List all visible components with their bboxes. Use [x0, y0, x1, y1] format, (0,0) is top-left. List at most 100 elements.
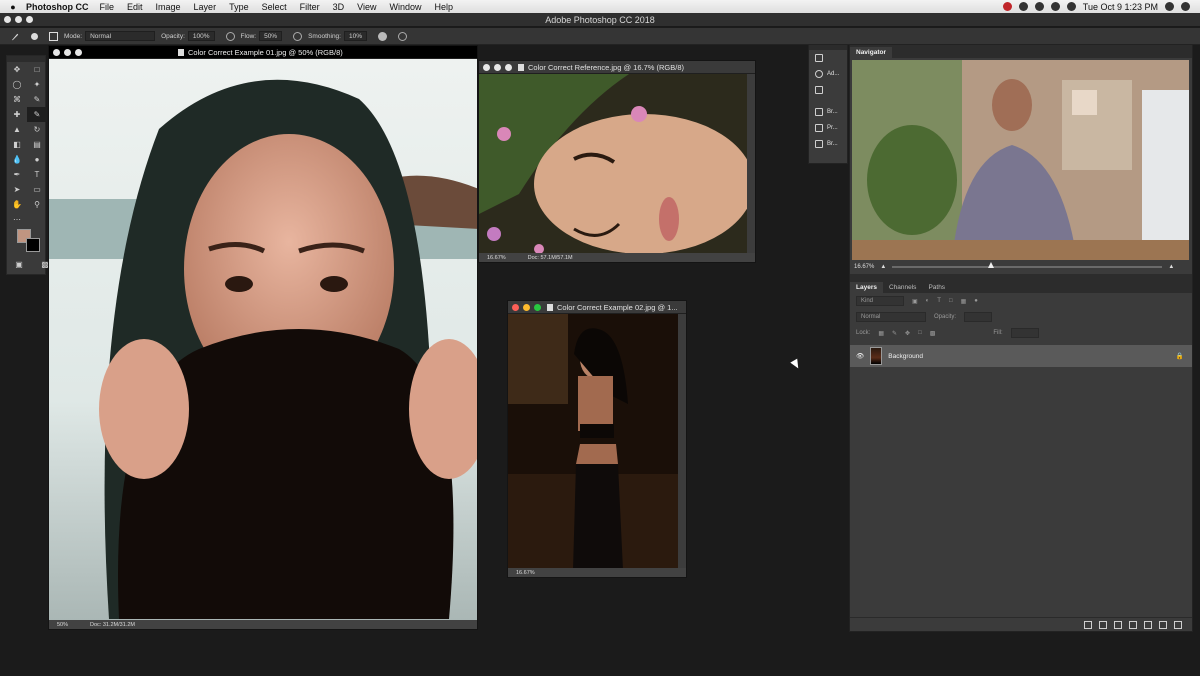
photo-canvas[interactable]: [508, 314, 678, 568]
opacity-field[interactable]: 100%: [187, 31, 215, 41]
close-button[interactable]: [483, 63, 490, 71]
flow-field[interactable]: 50%: [259, 31, 283, 41]
pressure-opacity-icon[interactable]: [225, 31, 235, 41]
apple-icon[interactable]: ●: [0, 2, 26, 12]
eraser-icon[interactable]: ◧: [7, 137, 27, 152]
filter-shape-icon[interactable]: □: [949, 298, 953, 304]
minimize-button[interactable]: [15, 16, 22, 23]
presets-panel-button[interactable]: Pr...: [809, 120, 847, 136]
kind-filter-select[interactable]: Kind: [856, 296, 904, 306]
fx-icon[interactable]: [1099, 620, 1107, 629]
clock[interactable]: Tue Oct 9 1:23 PM: [1083, 2, 1158, 12]
crop-tool-icon[interactable]: ⌘: [7, 92, 27, 107]
menu-select[interactable]: Select: [262, 2, 287, 12]
menu-3d[interactable]: 3D: [333, 2, 345, 12]
hand-tool-icon[interactable]: ✋: [7, 197, 27, 212]
eye-icon[interactable]: 👁: [856, 352, 864, 360]
mode-select[interactable]: Normal: [85, 31, 156, 41]
lock-artboard-icon[interactable]: □: [918, 330, 922, 336]
dodge-tool-icon[interactable]: ●: [27, 152, 47, 167]
navigator-zoom-level[interactable]: 16.67%: [854, 264, 874, 270]
close-button[interactable]: [512, 303, 519, 311]
zoom-level[interactable]: 16.67%: [516, 570, 535, 576]
shape-tool-icon[interactable]: ▭: [27, 182, 47, 197]
zoom-level[interactable]: 50%: [57, 622, 68, 628]
fill-field[interactable]: [1010, 328, 1039, 338]
smoothing-field[interactable]: 10%: [343, 31, 367, 41]
zoom-button[interactable]: [534, 303, 541, 311]
airbrush-icon[interactable]: [293, 31, 303, 41]
new-adjustment-icon[interactable]: [1129, 620, 1137, 629]
adjustments-panel-button[interactable]: Ad...: [809, 66, 847, 82]
layer-thumbnail[interactable]: [870, 347, 883, 365]
status-icon[interactable]: [1018, 2, 1028, 11]
zoom-slider[interactable]: [892, 262, 1163, 268]
filter-pixel-icon[interactable]: ▣: [912, 298, 918, 305]
filter-toggle-icon[interactable]: ●: [974, 298, 978, 304]
magic-wand-icon[interactable]: ✦: [27, 77, 47, 92]
menu-edit[interactable]: Edit: [127, 2, 143, 12]
minimize-button[interactable]: [64, 48, 71, 56]
quick-mask-icon[interactable]: ▣: [9, 257, 29, 272]
gradient-icon[interactable]: ▤: [27, 137, 47, 152]
brush-settings-icon[interactable]: [49, 31, 58, 41]
menu-layer[interactable]: Layer: [194, 2, 217, 12]
menu-list-icon[interactable]: [1181, 2, 1190, 11]
zoom-slider-knob[interactable]: [988, 262, 995, 268]
brush-tool-icon[interactable]: ✎: [27, 107, 47, 122]
clone-stamp-icon[interactable]: ▲: [7, 122, 27, 137]
tab-navigator[interactable]: Navigator: [850, 47, 892, 58]
type-tool-icon[interactable]: T: [27, 167, 47, 182]
filter-adjustment-icon[interactable]: ◐: [926, 298, 930, 304]
tab-channels[interactable]: Channels: [883, 282, 922, 293]
layer-row[interactable]: 👁 Background 🔒: [850, 345, 1192, 367]
tab-paths[interactable]: Paths: [922, 282, 951, 293]
app-menu[interactable]: Photoshop CC: [26, 2, 89, 12]
document-title-bar[interactable]: Color Correct Reference.jpg @ 16.7% (RGB…: [479, 61, 755, 74]
doc-size[interactable]: Doc: 57.1M/57.1M: [528, 255, 573, 261]
menu-filter[interactable]: Filter: [300, 2, 320, 12]
gear-icon[interactable]: [378, 31, 387, 41]
layer-name[interactable]: Background: [888, 353, 923, 360]
background-color-swatch[interactable]: [26, 238, 40, 252]
battery-icon[interactable]: [1066, 2, 1076, 11]
pen-tool-icon[interactable]: ✒: [7, 167, 27, 182]
minimize-button[interactable]: [523, 303, 530, 311]
document-title-bar[interactable]: Color Correct Example 01.jpg @ 50% (RGB/…: [49, 46, 477, 59]
add-mask-icon[interactable]: [1114, 620, 1122, 629]
photo-canvas[interactable]: [479, 74, 747, 253]
healing-brush-icon[interactable]: ✚: [7, 107, 27, 122]
move-tool-icon[interactable]: ✥: [7, 62, 27, 77]
navigator-thumbnail[interactable]: [852, 60, 1189, 260]
lock-icon[interactable]: 🔒: [1176, 352, 1184, 360]
doc-size[interactable]: Doc: 31.2M/31.2M: [90, 622, 135, 628]
layer-opacity-field[interactable]: [964, 312, 993, 322]
minimize-button[interactable]: [494, 63, 501, 71]
document-window-2[interactable]: Color Correct Reference.jpg @ 16.7% (RGB…: [478, 60, 756, 263]
menu-window[interactable]: Window: [389, 2, 421, 12]
brush-tool-icon[interactable]: [11, 32, 20, 41]
lock-position-icon[interactable]: ✥: [905, 330, 910, 337]
zoom-button[interactable]: [505, 63, 512, 71]
vertical-scrollbar[interactable]: [747, 74, 755, 253]
zoom-in-icon[interactable]: ▲: [1168, 264, 1174, 270]
photo-canvas[interactable]: [49, 59, 477, 620]
filter-type-icon[interactable]: T: [937, 298, 941, 304]
menu-help[interactable]: Help: [434, 2, 453, 12]
eyedropper-icon[interactable]: ✎: [27, 92, 47, 107]
history-panel-button[interactable]: [809, 50, 847, 66]
more-tools-icon[interactable]: ⋯: [7, 212, 27, 227]
menu-file[interactable]: File: [100, 2, 115, 12]
record-icon[interactable]: [1002, 2, 1012, 11]
filter-smart-object-icon[interactable]: ▦: [961, 298, 967, 305]
lock-transparent-icon[interactable]: ▦: [878, 330, 884, 337]
close-button[interactable]: [4, 16, 11, 23]
close-button[interactable]: [53, 48, 60, 56]
new-group-icon[interactable]: [1144, 620, 1152, 629]
lock-all-icon[interactable]: ▩: [930, 330, 936, 337]
path-select-icon[interactable]: ➤: [7, 182, 27, 197]
document-title-bar[interactable]: Color Correct Example 02.jpg @ 1...: [508, 301, 686, 314]
zoom-tool-icon[interactable]: ⚲: [27, 197, 47, 212]
history-brush-icon[interactable]: ↻: [27, 122, 47, 137]
histogram-panel-button[interactable]: [809, 82, 847, 98]
